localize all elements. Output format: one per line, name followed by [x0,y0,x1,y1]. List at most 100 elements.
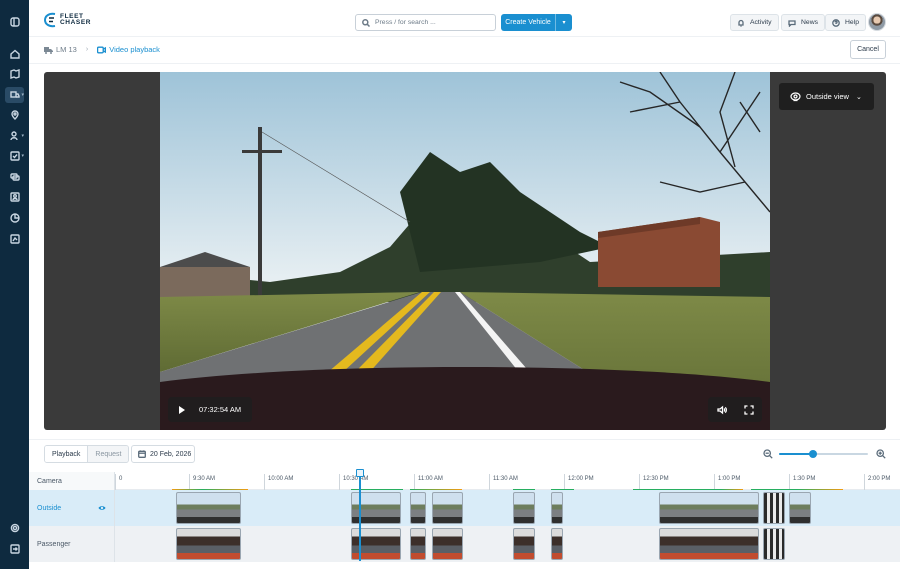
camera-view-dropdown[interactable]: Outside view ⌄ [779,83,874,110]
contacts-icon[interactable] [5,189,24,205]
create-dropdown-chevron-icon[interactable]: ▾ [556,19,572,26]
mode-toggle: Playback Request [44,445,130,463]
news-button[interactable]: News [781,14,825,31]
logo-text-line2: CHASER [60,19,92,26]
timeline-playhead[interactable] [359,470,361,561]
clip-thumbnail[interactable] [551,492,563,524]
play-icon[interactable] [179,405,185,414]
help-button[interactable]: Help [825,14,866,31]
tasks-icon[interactable]: ▾ [5,148,24,164]
compliance-icon[interactable] [5,231,24,247]
logout-icon[interactable] [5,541,24,557]
location-icon[interactable] [5,107,24,123]
search-input[interactable]: Press / for search ... [355,14,496,31]
vehicles-icon[interactable]: ▾ [5,87,24,103]
app: ▾ ▾ ▾ FLEET CHASER Press / for search ..… [0,0,900,569]
tick-label: 11:00 AM [414,474,443,490]
chat-icon [788,19,796,27]
search-icon [362,18,370,27]
zoom-slider-fill [779,453,813,455]
zoom-slider-handle[interactable] [808,450,817,458]
date-label: 20 Feb, 2026 [150,450,192,458]
news-label: News [801,19,818,26]
activity-label: Activity [750,19,772,26]
camera-row-label: Outside [29,490,115,526]
divider [29,439,900,440]
clip-thumbnail[interactable] [513,528,535,560]
home-icon[interactable] [5,46,24,62]
users-icon[interactable]: ▾ [5,128,24,144]
tick-label: 10:30 AM [339,474,368,490]
breadcrumb-separator-icon: › [85,46,89,53]
zoom-out-icon[interactable] [763,449,773,459]
camera-view-icon [790,92,801,102]
fullscreen-icon[interactable] [743,404,754,415]
tick-label: 9:30 AM [189,474,215,490]
tab-playback[interactable]: Playback [45,446,89,462]
clip-thumbnail[interactable] [176,492,241,524]
divider [29,63,900,64]
sidebar-collapse-icon[interactable] [5,14,24,30]
clip-thumbnail[interactable] [763,492,785,524]
breadcrumb: LM 13 › Video playback [44,41,160,58]
messages-icon[interactable] [5,169,24,185]
video-player[interactable]: Outside view ⌄ 07:32:54 AM [44,72,886,430]
search-placeholder: Press / for search ... [375,19,436,26]
playback-controls: 07:32:54 AM [168,397,252,422]
date-picker-button[interactable]: 20 Feb, 2026 [131,445,195,463]
camera-row-name: Outside [37,504,62,512]
tick-label: 0 [115,474,122,490]
reports-icon[interactable] [5,210,24,226]
fleet-chaser-logo[interactable]: FLEET CHASER [43,12,91,28]
user-avatar[interactable] [868,13,886,31]
map-icon[interactable] [5,66,24,82]
clip-thumbnail[interactable] [410,528,426,560]
video-camera-icon [97,46,107,53]
timeline-header-label: Camera [29,472,115,490]
playhead-handle[interactable] [356,469,364,477]
breadcrumb-vehicle-label: LM 13 [56,45,77,54]
breadcrumb-vehicle[interactable]: LM 13 [44,45,77,54]
zoom-in-icon[interactable] [876,449,886,459]
help-label: Help [845,19,859,26]
chevron-down-icon: ⌄ [855,93,862,101]
eye-icon[interactable] [98,504,106,512]
clip-thumbnail[interactable] [659,492,759,524]
tick-label: 1:30 PM [789,474,815,490]
truck-icon [44,46,53,54]
clip-thumbnail[interactable] [551,528,563,560]
create-vehicle-label: Create Vehicle [505,19,551,26]
tick-label: 12:30 PM [639,474,669,490]
breadcrumb-current: Video playback [97,45,160,54]
camera-row-outside[interactable]: Outside [29,490,900,526]
clip-thumbnail[interactable] [513,492,535,524]
clip-thumbnail[interactable] [432,528,463,560]
settings-icon[interactable] [5,520,24,536]
video-frame [160,72,770,430]
tick-label: 2:00 PM [864,474,890,490]
timeline: Camera 0 9:30 AM 10:00 AM 10:30 AM 11:00… [29,469,900,569]
zoom-slider[interactable] [779,450,868,458]
timeline-ruler: Camera 0 9:30 AM 10:00 AM 10:30 AM 11:00… [29,472,900,491]
clip-thumbnail[interactable] [432,492,463,524]
clip-thumbnail[interactable] [410,492,426,524]
tab-request[interactable]: Request [88,446,129,462]
clip-thumbnail[interactable] [789,492,811,524]
clip-thumbnail[interactable] [659,528,759,560]
create-vehicle-button[interactable]: Create Vehicle ▾ [501,14,572,31]
camera-row-passenger[interactable]: Passenger [29,526,900,562]
clip-thumbnail[interactable] [176,528,241,560]
clip-thumbnail[interactable] [763,528,785,560]
volume-icon[interactable] [716,405,727,415]
logo-mark-icon [43,12,56,28]
bell-icon [738,19,744,27]
camera-view-label: Outside view [806,92,849,101]
help-icon [832,18,840,27]
cancel-button[interactable]: Cancel [850,40,886,59]
activity-button[interactable]: Activity [730,14,779,31]
camera-row-label: Passenger [29,526,115,562]
calendar-icon [138,450,146,458]
tick-label: 1:00 PM [714,474,740,490]
tick-label: 12:00 PM [564,474,594,490]
camera-row-name: Passenger [37,540,71,548]
